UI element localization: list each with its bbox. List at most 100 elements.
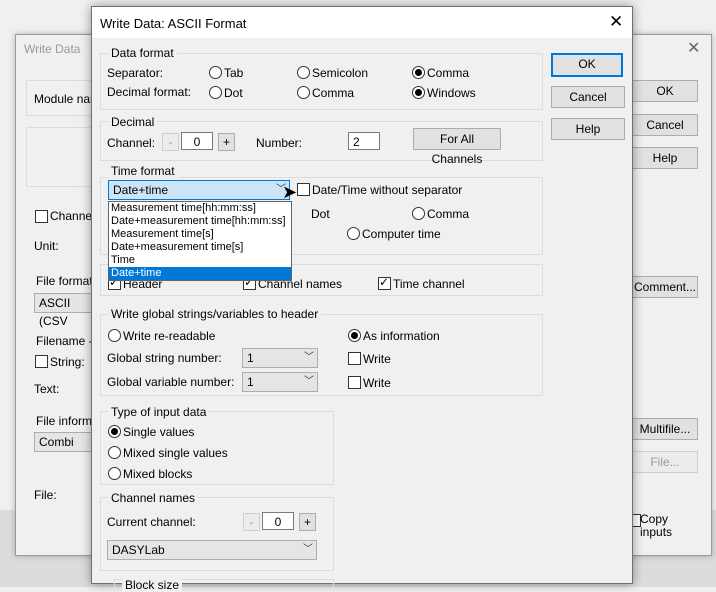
dropdown-item[interactable]: Measurement time[s] — [109, 228, 291, 241]
dropdown-item[interactable]: Measurement time[hh:mm:ss] — [109, 202, 291, 215]
current-channel-label: Current channel: — [107, 515, 196, 529]
input-type-legend: Type of input data — [108, 405, 210, 419]
data-format-group — [100, 53, 543, 110]
chevron-down-icon: ﹀ — [303, 544, 313, 555]
for-all-channels-button[interactable]: For All Channels — [413, 128, 501, 166]
time-format-combo[interactable]: Date+time ﹀ — [108, 180, 290, 200]
dialog-titlebar: Write Data: ASCII Format ✕ — [92, 7, 632, 38]
ok-button[interactable]: OK — [551, 53, 623, 77]
bg-multifile-button[interactable]: Multifile... — [632, 418, 698, 440]
separator-comma-radio[interactable] — [412, 66, 425, 79]
ascii-format-dialog: Write Data: ASCII Format ✕ OK Cancel Hel… — [91, 6, 633, 592]
global-variable-number-value: 1 — [247, 375, 254, 389]
mixed-single-values-radio[interactable] — [108, 446, 121, 459]
bg-channel-label: Channel — [50, 209, 95, 223]
global-strings-legend: Write global strings/variables to header — [108, 307, 322, 321]
dropdown-item-selected[interactable]: Date+time — [109, 267, 291, 280]
channel-label: Channel: — [107, 136, 156, 150]
without-separator-label: Date/Time without separator — [312, 183, 463, 197]
dialog-title: Write Data: ASCII Format — [100, 16, 247, 31]
separator-semicolon-radio[interactable] — [297, 66, 310, 79]
bg-close-icon[interactable]: ✕ — [687, 38, 700, 58]
write-variable-label: Write — [363, 376, 391, 390]
separator-tab-radio[interactable] — [209, 66, 222, 79]
decimal-comma-label: Comma — [312, 86, 355, 100]
bg-file-button[interactable]: File... — [632, 451, 698, 473]
time-dot-label: Dot — [311, 207, 330, 221]
dropdown-item[interactable]: Date+measurement time[s] — [109, 241, 291, 254]
separator-tab-label: Tab — [224, 66, 244, 80]
time-channel-label: Time channel — [393, 277, 465, 291]
as-information-radio[interactable] — [348, 329, 361, 342]
decimal-channel-input[interactable]: 0 — [181, 132, 213, 150]
decimal-channel-minus-button[interactable]: - — [162, 133, 179, 151]
time-comma-label: Comma — [427, 207, 470, 221]
decimal-comma-radio[interactable] — [297, 86, 310, 99]
bg-file-format-label: File format — [36, 274, 93, 288]
as-information-label: As information — [363, 329, 440, 343]
separator-label: Separator: — [107, 66, 164, 80]
computer-time-label: Computer time — [362, 227, 441, 241]
bg-comment-button[interactable]: Comment... — [632, 276, 698, 298]
dropdown-item[interactable]: Time — [109, 254, 291, 267]
bg-file-label: File: — [34, 488, 57, 502]
help-button[interactable]: Help — [551, 118, 625, 140]
bg-window-title: Write Data — [24, 42, 81, 56]
bg-cancel-button[interactable]: Cancel — [632, 114, 698, 136]
bg-string-label: String: — [50, 355, 85, 369]
without-separator-checkbox[interactable] — [297, 183, 310, 196]
time-format-dropdown-list: Measurement time[hh:mm:ss] Date+measurem… — [108, 201, 292, 281]
single-values-radio[interactable] — [108, 425, 121, 438]
single-values-label: Single values — [123, 425, 195, 439]
decimal-channel-plus-button[interactable]: + — [218, 133, 235, 151]
mixed-blocks-label: Mixed blocks — [123, 467, 193, 481]
bg-ok-button[interactable]: OK — [632, 80, 698, 102]
global-variable-number-label: Global variable number: — [107, 375, 235, 389]
chevron-down-icon: ﹀ — [304, 352, 314, 363]
time-channel-checkbox[interactable] — [378, 275, 391, 290]
bg-text-label: Text: — [34, 382, 60, 396]
bg-channel-checkbox[interactable] — [35, 210, 48, 223]
decimal-dot-radio[interactable] — [209, 86, 222, 99]
cancel-button[interactable]: Cancel — [551, 86, 625, 108]
global-string-number-value: 1 — [247, 351, 254, 365]
decimal-windows-label: Windows — [427, 86, 476, 100]
decimal-windows-radio[interactable] — [412, 86, 425, 99]
time-comma-radio[interactable] — [412, 207, 425, 220]
channel-name-combo[interactable]: DASYLab ﹀ — [107, 540, 317, 560]
write-string-checkbox[interactable] — [348, 352, 361, 365]
computer-time-radio[interactable] — [347, 227, 360, 240]
write-string-label: Write — [363, 352, 391, 366]
bg-copy-inputs-label: Copy inputs — [640, 512, 673, 539]
bg-file-format-combo[interactable]: ASCII (CSV — [34, 293, 92, 328]
decimal-dot-label: Dot — [224, 86, 243, 100]
decimal-number-input[interactable]: 2 — [348, 132, 380, 150]
decimal-format-label: Decimal format: — [107, 85, 192, 99]
mixed-blocks-radio[interactable] — [108, 467, 121, 480]
write-readable-radio[interactable] — [108, 329, 121, 342]
time-format-legend: Time format — [108, 164, 178, 178]
current-channel-minus-button[interactable]: - — [243, 513, 260, 531]
bg-string-checkbox[interactable] — [35, 355, 48, 368]
bg-file-info-combo[interactable]: Combi — [34, 432, 92, 452]
separator-semicolon-label: Semicolon — [312, 66, 369, 80]
dropdown-item[interactable]: Date+measurement time[hh:mm:ss] — [109, 215, 291, 228]
close-icon[interactable]: ✕ — [609, 12, 623, 32]
data-format-legend: Data format — [108, 46, 177, 60]
global-string-number-label: Global string number: — [107, 351, 222, 365]
mixed-single-values-label: Mixed single values — [123, 446, 228, 460]
chevron-down-icon: ﹀ — [304, 376, 314, 387]
block-size-legend: Block size — [122, 578, 183, 592]
write-variable-checkbox[interactable] — [348, 376, 361, 389]
global-variable-number-combo[interactable]: 1 ﹀ — [242, 372, 318, 392]
global-string-number-combo[interactable]: 1 ﹀ — [242, 348, 318, 368]
number-label: Number: — [256, 136, 303, 150]
bg-unit-label: Unit: — [34, 239, 59, 253]
decimal-legend: Decimal — [108, 115, 158, 129]
channel-name-value: DASYLab — [112, 543, 165, 557]
current-channel-plus-button[interactable]: + — [299, 513, 316, 531]
time-format-selected-value: Date+time — [113, 183, 169, 197]
channel-names-legend: Channel names — [108, 491, 199, 505]
current-channel-input[interactable]: 0 — [262, 512, 294, 530]
bg-help-button[interactable]: Help — [632, 147, 698, 169]
